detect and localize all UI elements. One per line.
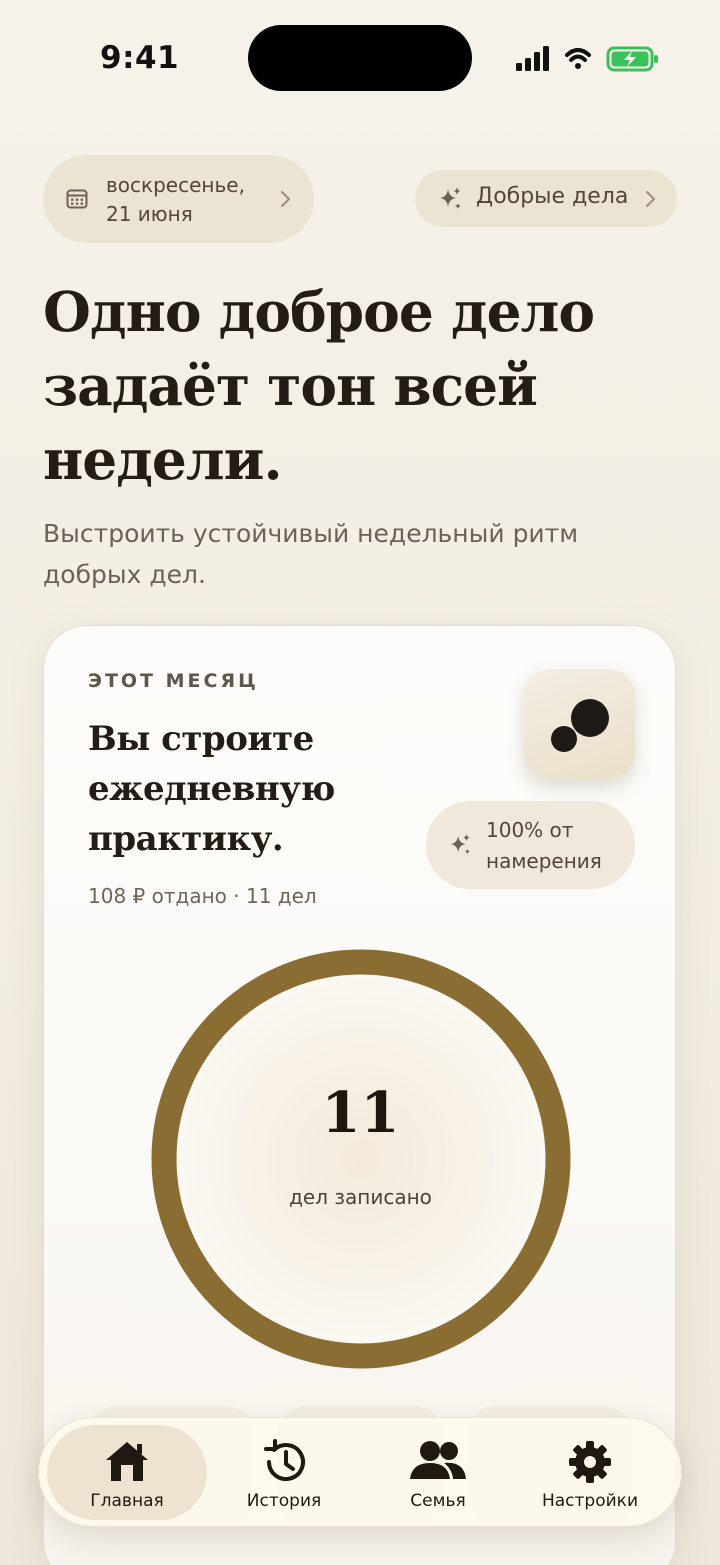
date-day: 21 июня [106,202,193,226]
tab-home[interactable]: Главная [47,1425,207,1520]
intent-label-line: 100% от [486,818,574,842]
page-title-line: задаёт тон всей [43,353,538,418]
dots-logo-icon [551,699,609,752]
tab-settings[interactable]: Настройки [510,1425,670,1520]
gear-icon [569,1441,611,1483]
chevron-right-icon [646,191,655,207]
tab-bar: Главная История Семья Настройки [38,1417,682,1527]
tab-history[interactable]: История [204,1425,364,1520]
sparkles-icon [440,187,461,209]
app-logo-icon [524,668,635,779]
home-icon [106,1442,148,1481]
card-title-line: Вы строите [88,719,314,759]
good-deeds-button[interactable]: Добрые дела [415,170,677,227]
history-icon [264,1439,305,1482]
deeds-count-caption: дел записано [289,1185,432,1209]
card-title: Вы строите ежедневную практику. [88,714,418,864]
progress-ring [151,949,571,1369]
wifi-icon [565,48,591,69]
intent-label-line: намерения [486,849,602,873]
cellular-signal-icon [516,46,549,71]
tab-family[interactable]: Семья [358,1425,518,1520]
dynamic-island [248,25,472,91]
tab-label: Главная [90,1491,164,1511]
intent-badge: 100% от намерения [426,801,635,889]
page-subtitle: Выстроить устойчивый недельный ритм добр… [43,513,663,595]
battery-icon [606,46,658,72]
tab-label: История [246,1491,322,1511]
page-subtitle-line: Выстроить устойчивый недельный ритм [43,519,579,548]
calendar-icon [66,189,88,209]
intent-label: 100% от намерения [486,815,626,877]
family-icon [410,1441,466,1479]
date-label: воскресенье, 21 июня [106,171,276,229]
date-weekday: воскресенье, [106,173,245,197]
tab-label: Семья [410,1491,466,1511]
good-deeds-label: Добрые дела [476,184,629,209]
card-title-line: ежедневную [88,769,335,809]
status-icons [516,46,658,72]
date-pill[interactable]: воскресенье, 21 июня [43,155,314,243]
sparkles-icon [450,833,471,855]
page-subtitle-line: добрых дел. [43,560,206,589]
card-title-line: практику. [88,819,284,859]
chevron-right-icon [281,191,290,207]
deeds-count: 11 [321,1080,400,1146]
page-title-line: Одно доброе дело [43,279,595,344]
card-meta: 108 ₽ отдано · 11 дел [88,884,317,908]
tab-label: Настройки [541,1491,638,1511]
status-time: 9:41 [100,40,180,76]
card-eyebrow: ЭТОТ МЕСЯЦ [88,670,259,692]
page-title-line: недели. [43,427,283,492]
page-title: Одно доброе дело задаёт тон всей недели. [43,275,663,497]
